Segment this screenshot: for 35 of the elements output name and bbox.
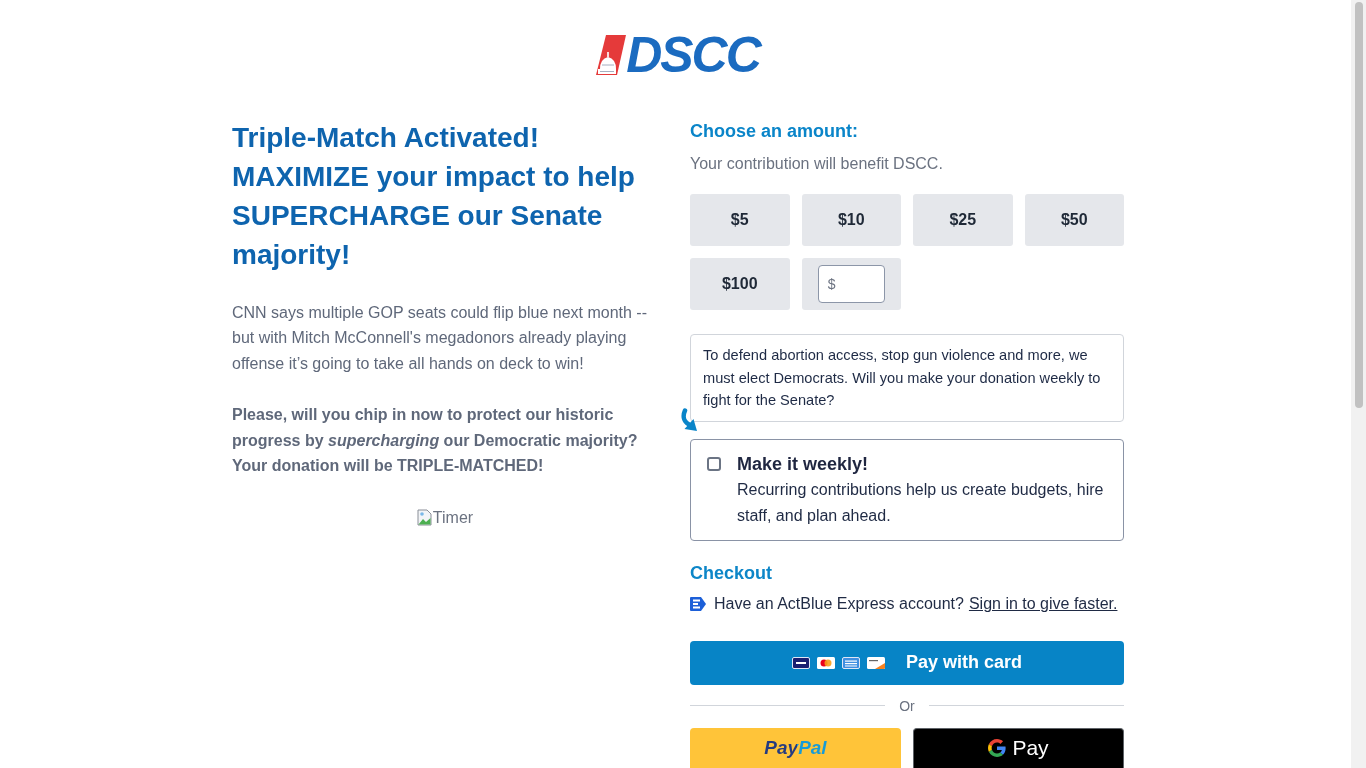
express-account-prompt: Have an ActBlue Express account? (714, 594, 964, 613)
broken-image-icon (416, 509, 433, 527)
checkbox[interactable] (707, 456, 721, 471)
stripe-corner-card-icon (866, 656, 885, 669)
weekly-option-card[interactable]: Make it weekly! Recurring contributions help us create budgets, hire staff, and plan ahead. (690, 438, 1124, 541)
weekly-description: Recurring contributions help us create budgets, hire staff, and plan ahead. (737, 479, 1105, 526)
custom-amount-field[interactable]: $ (817, 265, 885, 303)
g-logo-icon (988, 739, 1007, 757)
logo-text: DSCC (626, 35, 760, 75)
sign-in-link[interactable]: Sign in to give faster. (968, 594, 1118, 613)
google-pay-button[interactable]: Pay (913, 727, 1124, 768)
pay-with-card-button[interactable]: Pay with card (690, 640, 1124, 685)
amount-button[interactable]: $50 (1024, 194, 1124, 246)
image-alt-text: Timer (432, 507, 474, 528)
body-paragraph: Please, will you chip in now to protect our historic progress by supercharging our Democratic majority? Your donation will be TRIPLE-MATCHED! (232, 404, 639, 477)
weekly-appeal-note: To defend abortion access, stop gun violence and more, we must elect Democrats. Will you make your donation weekly to fight for the Senate? (690, 334, 1124, 422)
divider-label: Or (898, 696, 916, 716)
weekly-title: Make it weekly! (737, 452, 870, 476)
curved-arrow-icon (680, 407, 698, 432)
striped-card-icon (841, 656, 860, 669)
amount-button[interactable]: $5 (690, 194, 790, 246)
contribution-note: Your contribution will benefit DSCC. (690, 154, 944, 174)
headline: Triple-Match Activated! MAXIMIZE your impact to help SUPERCHARGE our Senate majority! (232, 121, 636, 272)
amount-button[interactable]: $10 (801, 194, 901, 246)
circles-card-icon (816, 656, 835, 669)
lines-tag-icon (690, 596, 706, 611)
amount-button[interactable]: $25 (913, 194, 1013, 246)
amount-button[interactable]: $100 (690, 258, 790, 310)
section-heading: Choose an amount: (690, 120, 859, 143)
section-heading: Checkout (690, 561, 773, 585)
card-icon (791, 656, 810, 669)
paypal-button[interactable]: PayPal (690, 727, 901, 768)
body-paragraph: CNN says multiple GOP seats could flip blue next month -- but with Mitch McConnell's megadonors already playing offense it’s going to take all hands on deck to win! (232, 302, 648, 374)
scrollbar-thumb[interactable] (1355, 2, 1363, 408)
capitol-dome-icon (596, 35, 627, 75)
